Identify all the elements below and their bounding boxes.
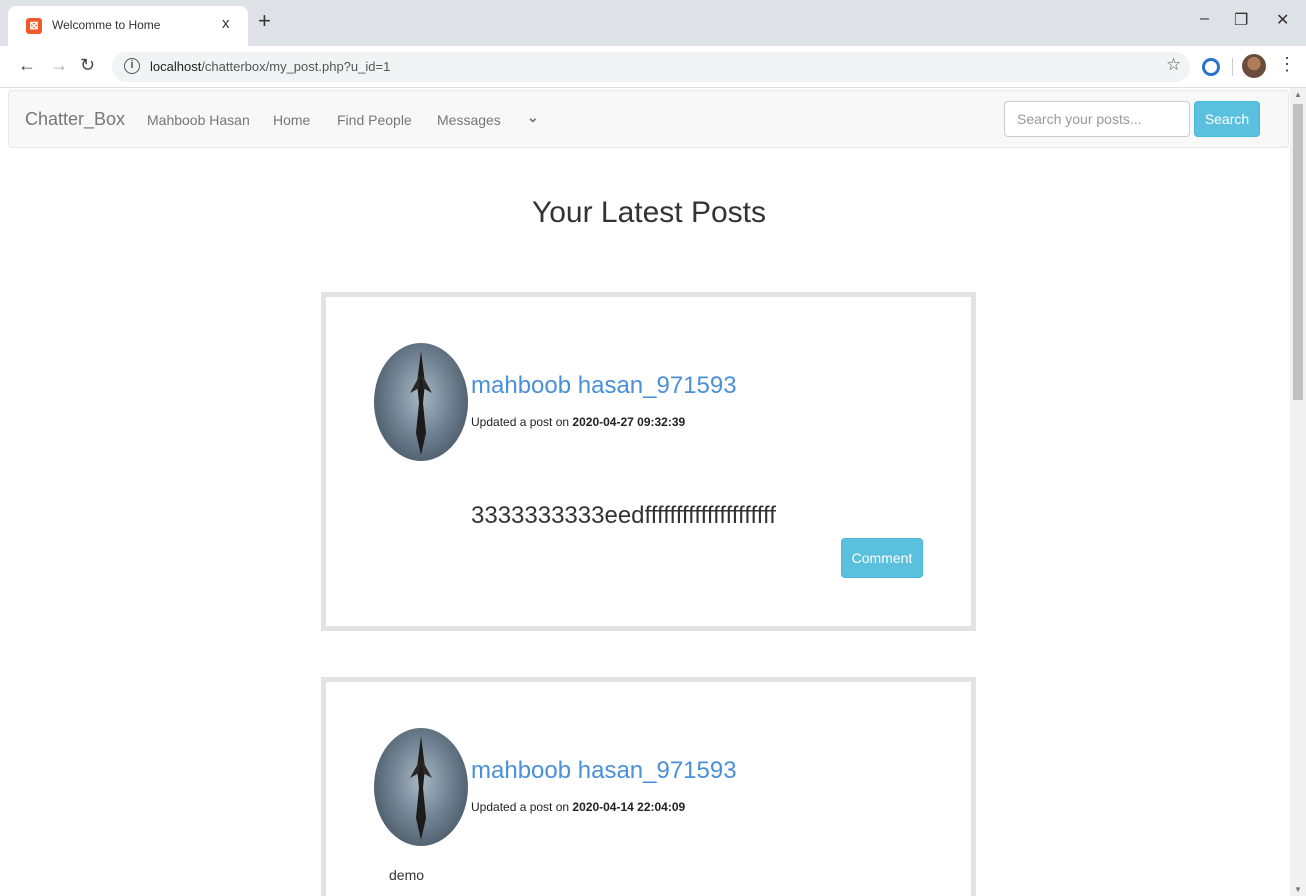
forward-icon[interactable]: → [50, 55, 68, 76]
info-icon[interactable]: i [124, 58, 140, 74]
nav-link-messages[interactable]: Messages [437, 112, 501, 128]
restore-icon[interactable]: ❐ [1234, 10, 1248, 30]
page-title: Your Latest Posts [531, 196, 767, 229]
scrollbar[interactable]: ▲ ▼ [1290, 88, 1306, 896]
minimize-icon[interactable]: – [1200, 10, 1209, 28]
brand-link[interactable]: Chatter_Box [25, 109, 125, 130]
nav-link-profile[interactable]: Mahboob Hasan [147, 112, 250, 128]
post-timestamp: 2020-04-14 22:04:09 [572, 800, 686, 814]
address-bar: ← → ↻ i localhost/chatterbox/my_post.php… [0, 46, 1306, 88]
extension-icon[interactable] [1202, 58, 1220, 76]
tab-title: Welcomme to Home [52, 18, 161, 32]
scroll-down-icon[interactable]: ▼ [1294, 885, 1302, 894]
back-icon[interactable]: ← [18, 55, 36, 76]
tab-close-icon[interactable]: x [222, 15, 230, 32]
close-window-icon[interactable]: ✕ [1276, 10, 1289, 30]
site-navbar: Chatter_Box Mahboob Hasan Home Find Peop… [8, 90, 1289, 148]
nav-link-find-people[interactable]: Find People [337, 112, 412, 128]
post-card: mahboob hasan_971593 Updated a post on 2… [321, 677, 976, 896]
page-viewport: Chatter_Box Mahboob Hasan Home Find Peop… [0, 88, 1290, 896]
post-card: mahboob hasan_971593 Updated a post on 2… [321, 292, 976, 631]
comment-button[interactable]: Comment [841, 538, 923, 578]
post-body: demo [389, 867, 425, 883]
scroll-up-icon[interactable]: ▲ [1294, 90, 1302, 99]
url-field[interactable]: i localhost/chatterbox/my_post.php?u_id=… [112, 52, 1190, 82]
chevron-down-icon[interactable]: ⌄ [527, 109, 539, 126]
post-timestamp: 2020-04-27 09:32:39 [572, 415, 686, 429]
post-body: 3333333333eedfffffffffffffffffffff [471, 502, 776, 529]
url-text: localhost/chatterbox/my_post.php?u_id=1 [150, 59, 391, 74]
avatar [374, 343, 468, 461]
xampp-favicon-icon: ⊠ [26, 18, 42, 34]
browser-tab-bar: ⊠ Welcomme to Home x + – ❐ ✕ [0, 0, 1306, 46]
nav-link-home[interactable]: Home [273, 112, 310, 128]
profile-avatar-icon[interactable] [1242, 54, 1266, 78]
toolbar-divider [1232, 58, 1233, 76]
avatar [374, 728, 468, 846]
search-button[interactable]: Search [1194, 101, 1260, 137]
reload-icon[interactable]: ↻ [80, 55, 95, 76]
scroll-thumb[interactable] [1293, 104, 1303, 400]
post-meta: Updated a post on 2020-04-27 09:32:39 [471, 415, 686, 429]
new-tab-icon[interactable]: + [258, 8, 271, 34]
post-author-link[interactable]: mahboob hasan_971593 [471, 757, 737, 785]
browser-tab[interactable]: ⊠ Welcomme to Home x [8, 6, 248, 46]
post-meta: Updated a post on 2020-04-14 22:04:09 [471, 800, 686, 814]
post-author-link[interactable]: mahboob hasan_971593 [471, 372, 737, 400]
browser-menu-icon[interactable]: ⋮ [1278, 54, 1296, 75]
bookmark-star-icon[interactable]: ☆ [1166, 55, 1181, 75]
search-input[interactable] [1004, 101, 1190, 137]
